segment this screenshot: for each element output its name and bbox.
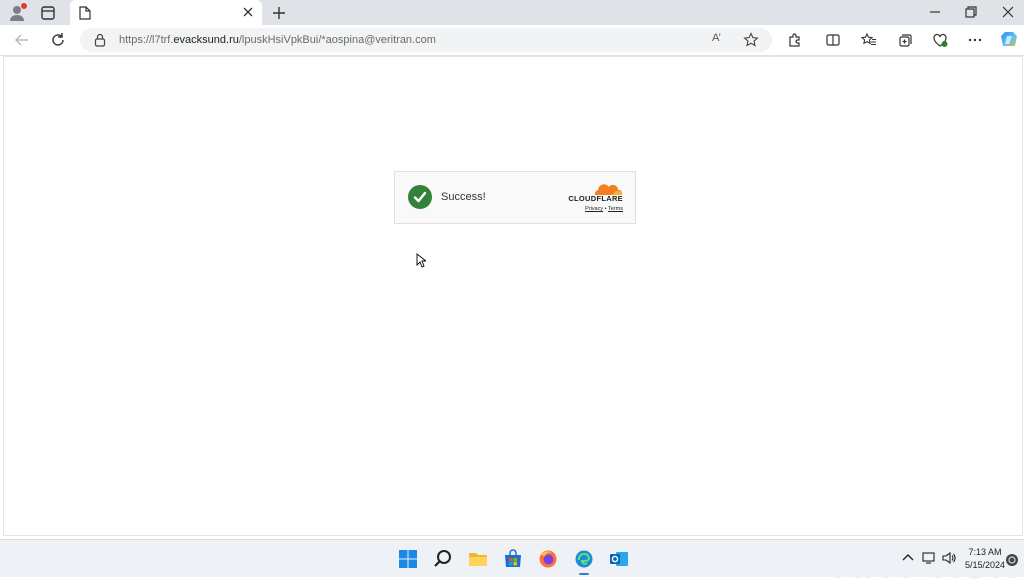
more-options-icon[interactable] — [967, 32, 983, 48]
microsoft-store-icon[interactable] — [503, 549, 523, 569]
show-hidden-icons-chevron-icon[interactable] — [901, 551, 915, 565]
browser-essentials-icon[interactable] — [932, 32, 948, 48]
url-host: evacksund.ru — [173, 34, 239, 46]
notification-icon[interactable] — [1005, 553, 1019, 567]
address-bar[interactable]: https://l7trf.evacksund.ru/lpuskHsiVpkBu… — [80, 28, 772, 52]
windows-start-icon[interactable] — [398, 549, 418, 569]
page-icon — [79, 6, 91, 20]
tab-actions-icon[interactable] — [40, 5, 56, 21]
url-path: /lpuskHsiVpkBui/*aospina@veritran.com — [238, 34, 436, 46]
checkmark-icon — [413, 191, 427, 203]
new-tab-icon[interactable] — [272, 6, 286, 20]
refresh-icon[interactable] — [50, 32, 66, 48]
cloudflare-links: Privacy • Terms — [555, 206, 623, 212]
clock-date: 5/15/2024 — [964, 560, 1006, 570]
url-prefix: https://l7trf. — [119, 34, 174, 46]
restore-icon[interactable] — [964, 5, 978, 19]
mouse-cursor-icon — [416, 253, 426, 268]
success-check-icon — [408, 185, 432, 209]
edge-icon[interactable] — [574, 549, 594, 569]
volume-icon[interactable] — [942, 551, 956, 565]
tab-strip — [0, 0, 1024, 25]
copilot-icon[interactable] — [999, 30, 1019, 50]
extensions-icon[interactable] — [787, 32, 803, 48]
favorite-star-icon[interactable] — [743, 32, 759, 48]
close-window-icon[interactable] — [1001, 5, 1015, 19]
browser-toolbar: https://l7trf.evacksund.ru/lpuskHsiVpkBu… — [0, 25, 1024, 56]
split-screen-icon[interactable] — [825, 32, 841, 48]
read-aloud-icon[interactable]: A’ — [712, 32, 721, 44]
privacy-link[interactable]: Privacy — [585, 206, 603, 212]
back-icon[interactable] — [14, 32, 30, 48]
favorites-icon[interactable] — [861, 32, 877, 48]
clock-time: 7:13 AM — [968, 547, 1002, 557]
page-content: Success! CLOUDFLARE Privacy • Terms ANY … — [3, 56, 1023, 587]
profile-avatar-icon[interactable] — [8, 3, 28, 23]
lock-icon[interactable] — [94, 33, 106, 47]
file-explorer-icon[interactable] — [468, 549, 488, 569]
terms-link[interactable]: Terms — [608, 206, 623, 212]
collections-icon[interactable] — [897, 32, 913, 48]
active-app-indicator — [579, 573, 589, 575]
success-text: Success! — [441, 191, 486, 203]
search-icon[interactable] — [433, 549, 453, 569]
close-tab-icon[interactable] — [242, 6, 254, 18]
network-icon[interactable] — [922, 551, 936, 565]
url-text[interactable]: https://l7trf.evacksund.ru/lpuskHsiVpkBu… — [119, 28, 436, 52]
link-separator: • — [604, 206, 607, 212]
minimize-icon[interactable] — [928, 5, 942, 19]
taskbar: 7:13 AM 5/15/2024 — [0, 539, 1024, 577]
outlook-icon[interactable] — [609, 549, 629, 569]
firefox-icon[interactable] — [538, 549, 558, 569]
cloudflare-turnstile-widget[interactable]: Success! CLOUDFLARE Privacy • Terms — [394, 171, 636, 224]
tab-active[interactable] — [70, 0, 262, 25]
cloudflare-wordmark: CLOUDFLARE — [568, 194, 623, 203]
system-clock[interactable]: 7:13 AM 5/15/2024 — [962, 546, 1008, 572]
